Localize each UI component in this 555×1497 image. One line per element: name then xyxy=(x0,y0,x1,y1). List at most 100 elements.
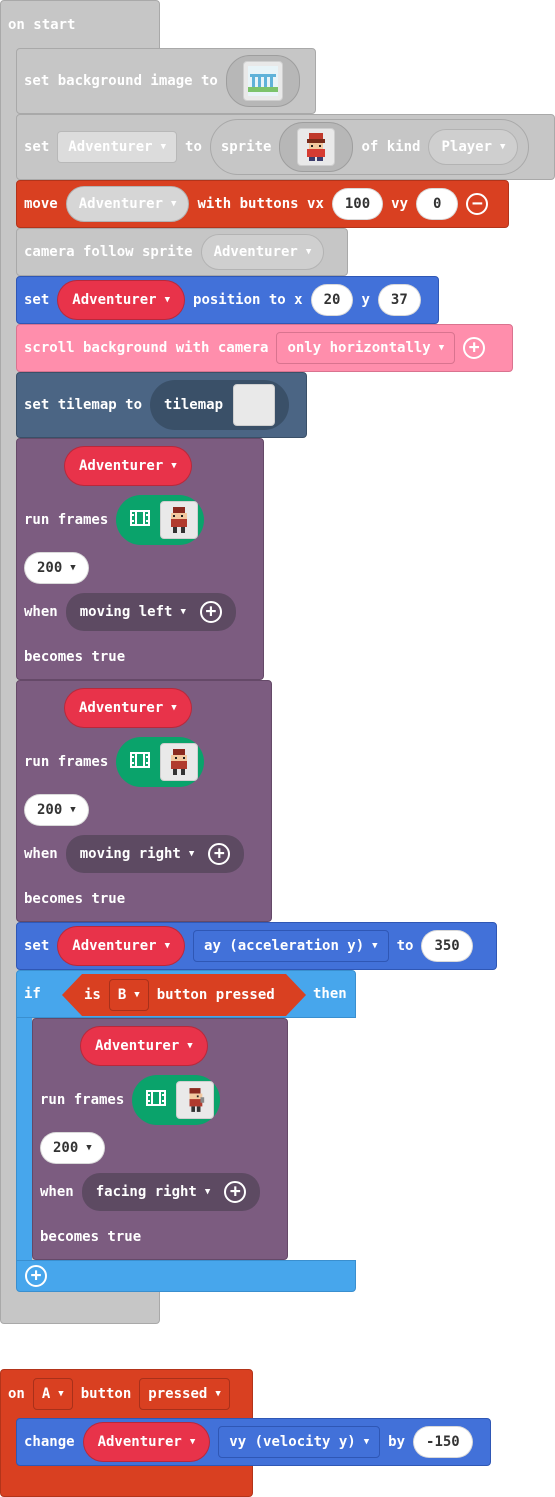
move-sprite-dropdown[interactable]: Adventurer ▼ xyxy=(65,186,190,222)
chevron-down-icon: ▼ xyxy=(171,199,177,209)
chevron-down-icon: ▼ xyxy=(187,1041,193,1051)
velocity-change-input[interactable]: -150 xyxy=(413,1426,473,1458)
then-label: then xyxy=(313,986,347,1002)
tilemap-value: tilemap xyxy=(164,397,224,413)
vy-input[interactable]: 0 xyxy=(416,188,459,220)
adventurer-variable-dropdown[interactable]: Adventurer ▼ xyxy=(57,131,178,163)
tilemap-thumbnail-icon[interactable] xyxy=(233,384,276,426)
variable-name: Adventurer xyxy=(78,196,164,212)
x-input[interactable]: 20 xyxy=(310,284,354,316)
y-label: y xyxy=(361,292,370,308)
chevron-down-icon: ▼ xyxy=(86,1143,92,1153)
condition-value: facing right xyxy=(95,1184,197,1200)
sprite-variable-dropdown[interactable]: Adventurer ▼ xyxy=(57,926,186,966)
y-input[interactable]: 37 xyxy=(377,284,421,316)
sprite-image-picker[interactable] xyxy=(279,122,354,172)
button-dropdown[interactable]: A ▼ xyxy=(32,1378,73,1410)
property-dropdown[interactable]: vy (velocity y) ▼ xyxy=(218,1426,381,1458)
chevron-down-icon: ▼ xyxy=(134,990,140,1000)
variable-name: Adventurer xyxy=(72,292,157,308)
chevron-down-icon: ▼ xyxy=(70,805,76,815)
chevron-down-icon: ▼ xyxy=(70,563,76,573)
change-label: change xyxy=(24,1434,75,1450)
sprite-variable-dropdown[interactable]: Adventurer ▼ xyxy=(64,688,192,728)
on-label: on xyxy=(8,1386,25,1402)
condition-dropdown[interactable]: moving left ▼ + xyxy=(65,593,236,631)
chevron-down-icon: ▼ xyxy=(305,247,312,257)
chevron-down-icon: ▼ xyxy=(180,607,186,617)
event-value: pressed xyxy=(148,1386,208,1402)
button-pressed-label: button pressed xyxy=(156,987,275,1003)
background-image-picker[interactable] xyxy=(225,55,300,107)
chevron-down-icon: ▼ xyxy=(160,142,167,152)
chevron-down-icon: ▼ xyxy=(164,941,171,951)
move-label: move xyxy=(24,196,58,212)
add-argument-icon[interactable]: + xyxy=(224,1181,247,1203)
camera-follow-label: camera follow sprite xyxy=(24,244,193,260)
set-label: set xyxy=(24,938,50,954)
interval-dropdown[interactable]: 200 ▼ xyxy=(40,1132,105,1164)
animation-frames-picker[interactable] xyxy=(116,495,205,545)
condition-value: moving right xyxy=(79,846,181,862)
scroll-mode-value: only horizontally xyxy=(287,340,431,356)
event-dropdown[interactable]: pressed ▼ xyxy=(139,1378,230,1410)
interval-dropdown[interactable]: 200 ▼ xyxy=(24,552,89,584)
interval-value: 200 xyxy=(37,802,63,818)
property-dropdown[interactable]: ay (acceleration y) ▼ xyxy=(193,930,389,962)
if-label: if xyxy=(24,986,41,1002)
interval-dropdown[interactable]: 200 ▼ xyxy=(24,794,89,826)
add-argument-icon[interactable]: + xyxy=(199,601,222,623)
chevron-down-icon: ▼ xyxy=(188,849,195,859)
if-block-arm xyxy=(16,1018,32,1260)
kind-dropdown[interactable]: Player ▼ xyxy=(428,129,519,165)
button-value: B xyxy=(117,987,127,1003)
by-label: by xyxy=(388,1434,406,1450)
sprite-variable-dropdown[interactable]: Adventurer ▼ xyxy=(57,280,186,320)
chevron-down-icon: ▼ xyxy=(363,1437,370,1447)
adventurer-frame-icon xyxy=(160,501,199,539)
add-argument-icon[interactable]: + xyxy=(208,843,231,865)
condition-dropdown[interactable]: moving right ▼ + xyxy=(65,835,245,873)
vx-input[interactable]: 100 xyxy=(331,188,384,220)
sprite-variable-dropdown[interactable]: Adventurer ▼ xyxy=(64,446,192,486)
condition-value: moving left xyxy=(79,604,173,620)
sprite-create-reporter[interactable]: sprite of kind Player ▼ xyxy=(209,119,530,175)
adventurer-sprite-icon xyxy=(297,128,336,166)
animation-frames-picker[interactable] xyxy=(116,737,205,787)
add-else-icon[interactable]: + xyxy=(25,1265,47,1287)
becomes-true-label: becomes true xyxy=(24,649,126,665)
sprite-variable-dropdown[interactable]: Adventurer ▼ xyxy=(82,1422,211,1462)
tilemap-reporter[interactable]: tilemap xyxy=(150,380,290,430)
chevron-down-icon: ▼ xyxy=(500,142,506,152)
set-label: set xyxy=(24,292,50,308)
run-frames-label: run frames xyxy=(24,512,109,528)
remove-argument-icon[interactable]: − xyxy=(466,193,489,215)
when-label: when xyxy=(24,604,58,620)
button-label: button xyxy=(80,1386,132,1402)
scroll-mode-dropdown[interactable]: only horizontally ▼ xyxy=(276,332,456,364)
chevron-down-icon: ▼ xyxy=(189,1437,196,1447)
acceleration-input[interactable]: 350 xyxy=(421,930,473,962)
chevron-down-icon: ▼ xyxy=(204,1187,211,1197)
to-label: to xyxy=(396,938,414,954)
chevron-down-icon: ▼ xyxy=(215,1389,221,1399)
animation-frames-picker[interactable] xyxy=(132,1075,221,1125)
position-to-x-label: position to x xyxy=(193,292,303,308)
film-strip-icon xyxy=(130,752,151,772)
background-image-icon xyxy=(242,61,283,101)
interval-value: 200 xyxy=(53,1140,79,1156)
to-label: to xyxy=(185,139,202,155)
variable-name: Adventurer xyxy=(97,1434,182,1450)
add-argument-icon[interactable]: + xyxy=(463,337,486,359)
button-dropdown[interactable]: B ▼ xyxy=(108,979,149,1011)
run-frames-label: run frames xyxy=(24,754,109,770)
chevron-down-icon: ▼ xyxy=(372,941,378,951)
if-block-footer[interactable] xyxy=(16,1260,356,1292)
property-value: vy (velocity y) xyxy=(229,1434,356,1450)
camera-sprite-dropdown[interactable]: Adventurer ▼ xyxy=(200,234,325,270)
on-start-label: on start xyxy=(8,17,76,33)
interval-value: 200 xyxy=(37,560,63,576)
sprite-variable-dropdown[interactable]: Adventurer ▼ xyxy=(80,1026,208,1066)
set-background-label: set background image to xyxy=(24,73,218,89)
condition-dropdown[interactable]: facing right ▼ + xyxy=(81,1173,261,1211)
